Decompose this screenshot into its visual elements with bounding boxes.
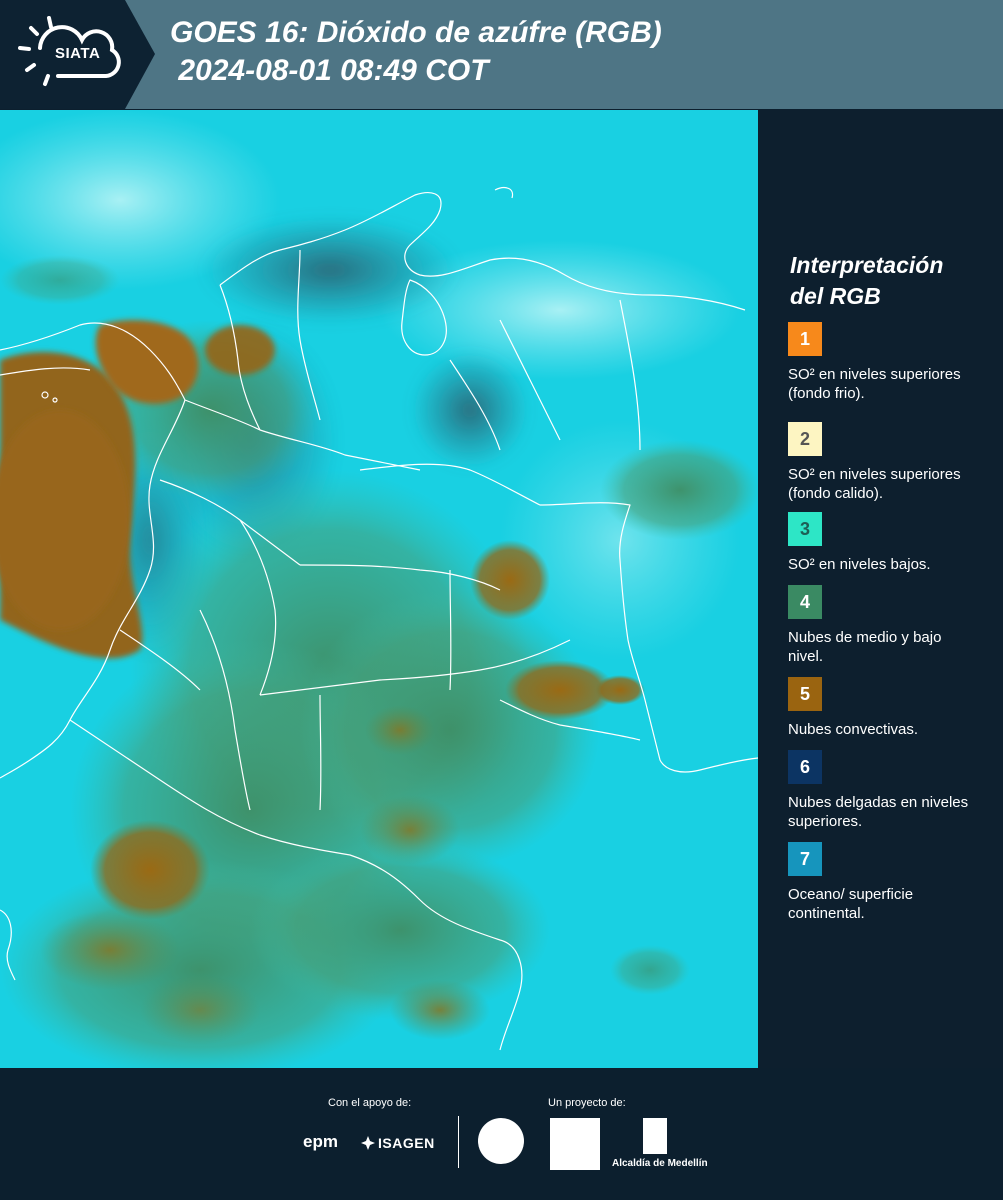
legend-item: 1 SO² en niveles superiores (fondo frio). [788,322,998,403]
header: SIATA GOES 16: Dióxido de azúfre (RGB) 2… [0,0,1003,109]
area-metropolitana-logo-icon [550,1118,600,1170]
legend-description: Nubes delgadas en niveles superiores. [788,794,969,830]
footer-divider [458,1116,459,1168]
legend-description: SO² en niveles superiores (fondo frio). [788,366,961,402]
isagen-logo: ISAGEN [378,1135,435,1151]
legend-swatch: 7 [788,842,822,876]
logo-text: SIATA [55,45,101,62]
legend-panel: Interpretación del RGB 1 SO² en niveles s… [758,110,1003,1068]
legend-swatch: 4 [788,585,822,619]
legend-swatch: 2 [788,422,822,456]
legend-swatch: 5 [788,677,822,711]
medellin-seal-icon [478,1118,524,1164]
legend-description: SO² en niveles superiores (fondo calido)… [788,466,961,502]
support-label: Con el apoyo de: [328,1097,412,1109]
legend-item: 2 SO² en niveles superiores (fondo calido… [788,422,998,503]
legend-item: 3 SO² en niveles bajos. [788,512,998,574]
legend-title: Interpretación del RGB [790,250,943,312]
rgb-satellite-image [0,110,758,1068]
satellite-map [0,110,758,1068]
epm-logo: epm [303,1132,338,1151]
title-line-2: 2024-08-01 08:49 COT [170,54,489,87]
legend-item: 4 Nubes de medio y bajo nivel. [788,585,998,666]
legend-description: Oceano/ superficie continental. [788,886,914,922]
alcaldia-shield-icon [643,1118,667,1154]
legend-description: SO² en niveles bajos. [788,556,931,573]
legend-item: 5 Nubes convectivas. [788,677,998,739]
footer: Con el apoyo de: Un proyecto de: epm ISA… [0,1068,1003,1200]
project-label: Un proyecto de: [548,1097,626,1109]
legend-title-line-1: Interpretación [790,252,944,278]
alcaldia-text: Alcaldía de Medellín [612,1158,708,1169]
legend-swatch: 1 [788,322,822,356]
legend-description: Nubes de medio y bajo nivel. [788,629,942,665]
legend-description: Nubes convectivas. [788,721,919,738]
legend-item: 7 Oceano/ superficie continental. [788,842,998,923]
legend-title-line-2: del RGB [790,283,881,309]
legend-swatch: 3 [788,512,822,546]
isagen-logo-icon [361,1136,375,1150]
title-line-1: GOES 16: Dióxido de azúfre (RGB) [170,16,662,49]
siata-logo: SIATA [0,0,155,109]
legend-item: 6 Nubes delgadas en niveles superiores. [788,750,998,831]
page-title: GOES 16: Dióxido de azúfre (RGB) 2024-08… [170,14,662,90]
legend-swatch: 6 [788,750,822,784]
